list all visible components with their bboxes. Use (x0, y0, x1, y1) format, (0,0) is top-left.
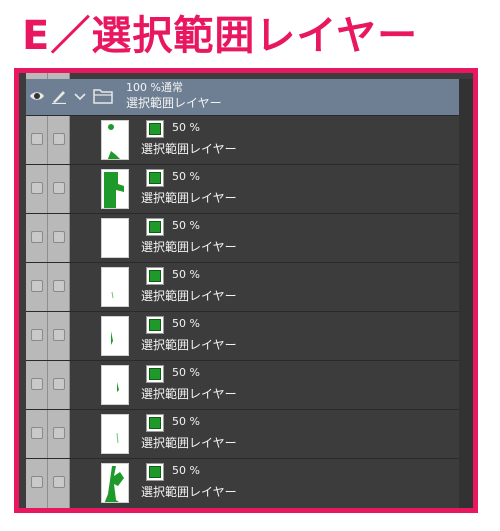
layer-opacity: 50 % (172, 268, 200, 281)
layer-name: 選択範囲レイヤー (141, 289, 237, 303)
highlight-frame: 100 %通常 選択範囲レイヤー 50 % 選択範囲レイヤー 50 % 選択範囲… (14, 68, 478, 513)
selection-layer-icon (146, 218, 164, 236)
chevron-down-icon[interactable] (74, 90, 86, 102)
layer-thumbnail (101, 218, 129, 258)
lock-checkbox[interactable] (53, 280, 65, 292)
folder-icon (93, 89, 113, 104)
folder-opacity-blend: 100 %通常 (126, 81, 183, 94)
layer-opacity: 50 % (172, 317, 200, 330)
visibility-checkbox[interactable] (31, 231, 43, 243)
layer-name: 選択範囲レイヤー (141, 387, 237, 401)
visibility-checkbox[interactable] (31, 378, 43, 390)
visibility-checkbox[interactable] (31, 280, 43, 292)
lock-checkbox[interactable] (53, 476, 65, 488)
visibility-checkbox[interactable] (31, 133, 43, 145)
lock-checkbox[interactable] (53, 182, 65, 194)
layer-thumbnail (101, 463, 129, 503)
layer-row[interactable]: 50 % 選択範囲レイヤー (26, 360, 459, 408)
layer-opacity: 50 % (172, 219, 200, 232)
selection-layer-icon (146, 169, 164, 187)
layer-opacity: 50 % (172, 170, 200, 183)
selection-layer-icon (146, 414, 164, 432)
selection-layer-icon (146, 463, 164, 481)
visibility-checkbox[interactable] (31, 329, 43, 341)
layer-opacity: 50 % (172, 366, 200, 379)
layer-row[interactable]: 50 % 選択範囲レイヤー (26, 311, 459, 359)
layer-thumbnail (101, 414, 129, 454)
layer-row[interactable]: 50 % 選択範囲レイヤー (26, 164, 459, 212)
layer-opacity: 50 % (172, 415, 200, 428)
layer-opacity: 50 % (172, 464, 200, 477)
layer-row[interactable]: 50 % 選択範囲レイヤー (26, 213, 459, 261)
layer-name: 選択範囲レイヤー (141, 191, 237, 205)
folder-layer-row[interactable]: 100 %通常 選択範囲レイヤー (26, 79, 459, 115)
lock-checkbox[interactable] (53, 378, 65, 390)
layer-name: 選択範囲レイヤー (141, 240, 237, 254)
layer-row[interactable]: 50 % 選択範囲レイヤー (26, 458, 459, 506)
lock-checkbox[interactable] (53, 231, 65, 243)
visibility-checkbox[interactable] (31, 427, 43, 439)
layer-thumbnail (101, 365, 129, 405)
pen-icon[interactable] (51, 88, 67, 104)
layer-name: 選択範囲レイヤー (141, 485, 237, 499)
lock-checkbox[interactable] (53, 133, 65, 145)
layer-row[interactable]: 50 % 選択範囲レイヤー (26, 409, 459, 457)
layer-name: 選択範囲レイヤー (141, 436, 237, 450)
layer-panel: 100 %通常 選択範囲レイヤー 50 % 選択範囲レイヤー 50 % 選択範囲… (19, 73, 473, 508)
layer-row[interactable]: 50 % 選択範囲レイヤー (26, 115, 459, 163)
layer-row[interactable]: 50 % 選択範囲レイヤー (26, 262, 459, 310)
visibility-checkbox[interactable] (31, 182, 43, 194)
layer-thumbnail (101, 316, 129, 356)
layer-thumbnail (101, 120, 129, 160)
layer-thumbnail (101, 267, 129, 307)
layer-thumbnail (101, 169, 129, 209)
folder-layer-name: 選択範囲レイヤー (126, 96, 222, 110)
panel-scrollbar[interactable] (459, 79, 473, 508)
selection-layer-icon (146, 365, 164, 383)
visibility-checkbox[interactable] (31, 476, 43, 488)
page-title: E／選択範囲レイヤー (22, 13, 419, 59)
selection-layer-icon (146, 120, 164, 138)
layer-name: 選択範囲レイヤー (141, 338, 237, 352)
selection-layer-icon (146, 316, 164, 334)
eye-icon[interactable] (29, 89, 45, 103)
lock-checkbox[interactable] (53, 427, 65, 439)
layer-opacity: 50 % (172, 121, 200, 134)
selection-layer-icon (146, 267, 164, 285)
layer-name: 選択範囲レイヤー (141, 142, 237, 156)
lock-checkbox[interactable] (53, 329, 65, 341)
